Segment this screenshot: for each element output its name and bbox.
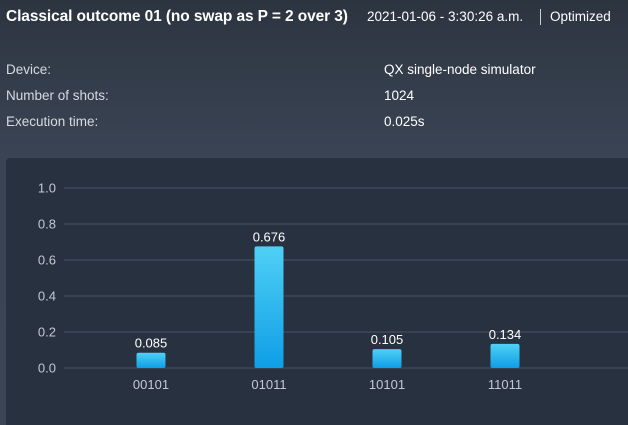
- y-tick-label: 0.4: [38, 289, 56, 304]
- x-tick-label: 01011: [251, 377, 286, 392]
- histogram-bar[interactable]: [372, 349, 402, 368]
- y-tick-label: 1.0: [38, 181, 56, 196]
- result-timestamp: 2021-01-06 - 3:30:26 a.m.: [367, 9, 524, 24]
- histogram-bar[interactable]: [254, 246, 284, 368]
- detail-value: 0.025s: [384, 114, 425, 129]
- detail-row-device: Device: QX single-node simulator: [0, 62, 628, 82]
- histogram-panel: 0.0 0.2 0.4 0.6 0.8 1.0 0.085 00101 0.676 01011 0.…: [6, 158, 628, 425]
- detail-row-shots: Number of shots: 1024: [0, 88, 628, 108]
- histogram-bar[interactable]: [136, 352, 166, 368]
- result-title: Classical outcome 01 (no swap as P = 2 o…: [6, 8, 348, 25]
- optimization-mode: Optimized: [550, 9, 611, 24]
- bar-value-label: 0.105: [371, 332, 404, 347]
- y-tick-label: 0.8: [38, 217, 56, 232]
- y-tick-label: 0.2: [38, 325, 56, 340]
- detail-label: Execution time:: [6, 114, 99, 129]
- x-tick-label: 11011: [488, 377, 522, 392]
- detail-label: Device:: [6, 62, 52, 77]
- bar-value-label: 0.676: [253, 229, 286, 244]
- detail-value: 1024: [384, 88, 415, 103]
- histogram-chart: 0.0 0.2 0.4 0.6 0.8 1.0 0.085 00101 0.676 01011 0.…: [38, 181, 628, 392]
- x-tick-label: 10101: [369, 377, 405, 392]
- bar-value-label: 0.085: [135, 336, 168, 351]
- header-separator: [540, 9, 541, 25]
- x-tick-label: 00101: [133, 377, 169, 392]
- histogram-bar[interactable]: [490, 343, 520, 368]
- detail-value: QX single-node simulator: [384, 62, 536, 77]
- y-tick-label: 0.0: [38, 361, 56, 376]
- bar-value-label: 0.134: [489, 327, 522, 342]
- detail-label: Number of shots:: [6, 88, 109, 103]
- detail-row-execution-time: Execution time: 0.025s: [0, 114, 628, 134]
- y-tick-label: 0.6: [38, 253, 56, 268]
- result-header: Classical outcome 01 (no swap as P = 2 o…: [0, 0, 628, 36]
